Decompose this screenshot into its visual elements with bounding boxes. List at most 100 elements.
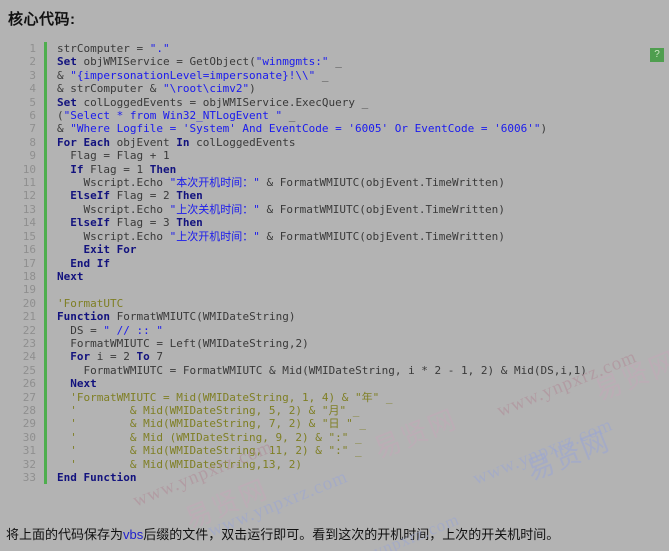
code-line-text[interactable]: Wscript.Echo "上次开机时间：" & FormatWMIUTC(ob… xyxy=(46,230,587,243)
code-line: 24 For i = 2 To 7 xyxy=(0,350,587,364)
code-line: 11 Wscript.Echo "本次开机时间：" & FormatWMIUTC… xyxy=(0,176,587,190)
line-number: 1 xyxy=(0,42,47,56)
code-line: 10 If Flag = 1 Then xyxy=(0,162,587,177)
line-number: 6 xyxy=(0,109,47,123)
page-root: 核心代码: ? 1 strComputer = "." 2 Set objWMISer… xyxy=(0,0,669,551)
code-line-text[interactable]: ' & Mid(WMIDateString,13, 2) xyxy=(46,458,587,471)
line-number: 5 xyxy=(0,95,47,110)
line-number: 4 xyxy=(0,82,47,96)
code-line-text[interactable]: ElseIf Flag = 2 Then xyxy=(46,189,587,202)
line-number: 8 xyxy=(0,135,47,150)
code-line: 30 ' & Mid (WMIDateString, 9, 2) & ":" _ xyxy=(0,430,587,445)
line-number: 18 xyxy=(0,269,47,284)
code-line-text[interactable]: ' & Mid(WMIDateString, 5, 2) & "月" _ xyxy=(46,404,587,417)
line-number: 11 xyxy=(0,176,47,190)
code-line-text[interactable]: Set objWMIService = GetObject("winmgmts:… xyxy=(46,55,587,68)
code-line-text[interactable]: ' & Mid (WMIDateString, 9, 2) & ":" _ xyxy=(46,431,587,444)
line-number: 12 xyxy=(0,189,47,203)
line-number: 28 xyxy=(0,403,47,418)
code-line: 26 Next xyxy=(0,377,587,391)
code-line: 5 Set colLoggedEvents = objWMIService.Exe… xyxy=(0,95,587,110)
line-number: 13 xyxy=(0,202,47,217)
code-line-text[interactable]: ' & Mid(WMIDateString, 7, 2) & "日 " _ xyxy=(46,417,587,430)
code-line-text[interactable]: Wscript.Echo "上次关机时间：" & FormatWMIUTC(ob… xyxy=(46,203,587,216)
footer-note-pre: 将上面的代码保存为 xyxy=(6,527,124,542)
code-line-text[interactable]: ("Select * from Win32_NTLogEvent " _ xyxy=(46,109,587,122)
code-line-text[interactable]: Function FormatWMIUTC(WMIDateString) xyxy=(46,310,587,323)
code-line-text[interactable]: Exit For xyxy=(46,243,587,256)
code-line: 28 ' & Mid(WMIDateString, 5, 2) & "月" _ xyxy=(0,403,587,418)
code-line: 20 'FormatUTC xyxy=(0,296,587,311)
code-line: 17 End If xyxy=(0,256,587,270)
code-line: 21 Function FormatWMIUTC(WMIDateString) xyxy=(0,310,587,324)
code-line-text[interactable]: End If xyxy=(46,257,587,270)
footer-note-highlight: vbs xyxy=(123,527,144,542)
code-line-text[interactable]: DS = " // :: " xyxy=(46,324,587,337)
line-number: 29 xyxy=(0,417,47,431)
code-line: 18 Next xyxy=(0,269,587,284)
code-line-text[interactable]: Wscript.Echo "本次开机时间：" & FormatWMIUTC(ob… xyxy=(46,176,587,189)
code-line: 25 FormatWMIUTC = FormatWMIUTC & Mid(WMI… xyxy=(0,363,587,378)
code-line: 19 xyxy=(0,283,587,297)
code-line-text[interactable]: & "Where Logfile = 'System' And EventCod… xyxy=(46,122,587,135)
code-line-text[interactable]: FormatWMIUTC = FormatWMIUTC & Mid(WMIDat… xyxy=(46,364,587,377)
code-line: 1 strComputer = "." xyxy=(0,42,587,56)
code-line-text[interactable]: FormatWMIUTC = Left(WMIDateString,2) xyxy=(46,337,587,350)
code-line: 9 Flag = Flag + 1 xyxy=(0,149,587,163)
line-number: 16 xyxy=(0,243,47,257)
code-line: 31 ' & Mid(WMIDateString, 11, 2) & ":" _ xyxy=(0,444,587,458)
code-line-text[interactable]: 'FormatWMIUTC = Mid(WMIDateString, 1, 4)… xyxy=(46,391,587,404)
line-number: 10 xyxy=(0,162,47,177)
line-number: 27 xyxy=(0,390,47,404)
code-line-text[interactable]: End Function xyxy=(46,471,587,484)
code-line: 4 & strComputer & "\root\cimv2") xyxy=(0,82,587,96)
code-line: 23 FormatWMIUTC = Left(WMIDateString,2) xyxy=(0,336,587,351)
code-line-text[interactable]: Next xyxy=(46,377,587,390)
line-number: 3 xyxy=(0,68,47,83)
code-line: 7 & "Where Logfile = 'System' And EventCo… xyxy=(0,122,587,136)
line-number: 21 xyxy=(0,310,47,324)
code-line-text[interactable]: For Each objEvent In colLoggedEvents xyxy=(46,136,587,149)
code-line: 8 For Each objEvent In colLoggedEvents xyxy=(0,135,587,150)
code-line: 12 ElseIf Flag = 2 Then xyxy=(0,189,587,203)
code-line: 13 Wscript.Echo "上次关机时间：" & FormatWMIUTC… xyxy=(0,202,587,217)
code-line-text[interactable]: ElseIf Flag = 3 Then xyxy=(46,216,587,229)
code-block: 1 strComputer = "." 2 Set objWMIService = G… xyxy=(0,42,669,512)
code-line-text[interactable]: Flag = Flag + 1 xyxy=(46,149,587,162)
line-number: 20 xyxy=(0,296,47,311)
code-line-text[interactable]: For i = 2 To 7 xyxy=(46,350,587,363)
code-line-text[interactable]: & "{impersonationLevel=impersonate}!\\" … xyxy=(46,69,587,82)
line-number: 32 xyxy=(0,457,47,471)
code-line-text[interactable]: Set colLoggedEvents = objWMIService.Exec… xyxy=(46,96,587,109)
line-number: 31 xyxy=(0,444,47,458)
code-line-text[interactable]: Next xyxy=(46,270,587,283)
line-number: 26 xyxy=(0,377,47,391)
code-line-text[interactable]: 'FormatUTC xyxy=(46,297,587,310)
line-number: 23 xyxy=(0,336,47,351)
line-number: 30 xyxy=(0,430,47,445)
code-line: 2 Set objWMIService = GetObject("winmgmts… xyxy=(0,55,587,69)
line-number: 33 xyxy=(0,471,47,485)
footer-note: 将上面的代码保存为vbs后缀的文件，双击运行即可。看到这次的开机时间，上次的开关… xyxy=(6,524,559,543)
code-line: 3 & "{impersonationLevel=impersonate}!\\"… xyxy=(0,68,587,83)
line-number: 7 xyxy=(0,122,47,136)
code-line-text[interactable]: strComputer = "." xyxy=(46,42,587,55)
code-line: 33 End Function xyxy=(0,471,587,485)
code-line-text[interactable]: & strComputer & "\root\cimv2") xyxy=(46,82,587,95)
line-number: 14 xyxy=(0,216,47,230)
code-line: 14 ElseIf Flag = 3 Then xyxy=(0,216,587,230)
code-line: 16 Exit For xyxy=(0,243,587,257)
code-line: 22 DS = " // :: " xyxy=(0,323,587,337)
code-line: 32 ' & Mid(WMIDateString,13, 2) xyxy=(0,457,587,471)
code-line: 27 'FormatWMIUTC = Mid(WMIDateString, 1,… xyxy=(0,390,587,404)
code-line-text[interactable]: ' & Mid(WMIDateString, 11, 2) & ":" _ xyxy=(46,444,587,457)
code-line-text[interactable] xyxy=(46,283,587,296)
code-line-text[interactable]: If Flag = 1 Then xyxy=(46,163,587,176)
code-line: 29 ' & Mid(WMIDateString, 7, 2) & "日 " _ xyxy=(0,417,587,431)
line-number: 25 xyxy=(0,363,47,378)
line-number: 2 xyxy=(0,55,47,69)
line-number: 24 xyxy=(0,350,47,364)
footer-note-post: 后缀的文件，双击运行即可。看到这次的开机时间，上次的开关机时间。 xyxy=(143,527,560,542)
page-title: 核心代码: xyxy=(8,11,76,28)
code-table: 1 strComputer = "." 2 Set objWMIService = G… xyxy=(0,42,587,485)
